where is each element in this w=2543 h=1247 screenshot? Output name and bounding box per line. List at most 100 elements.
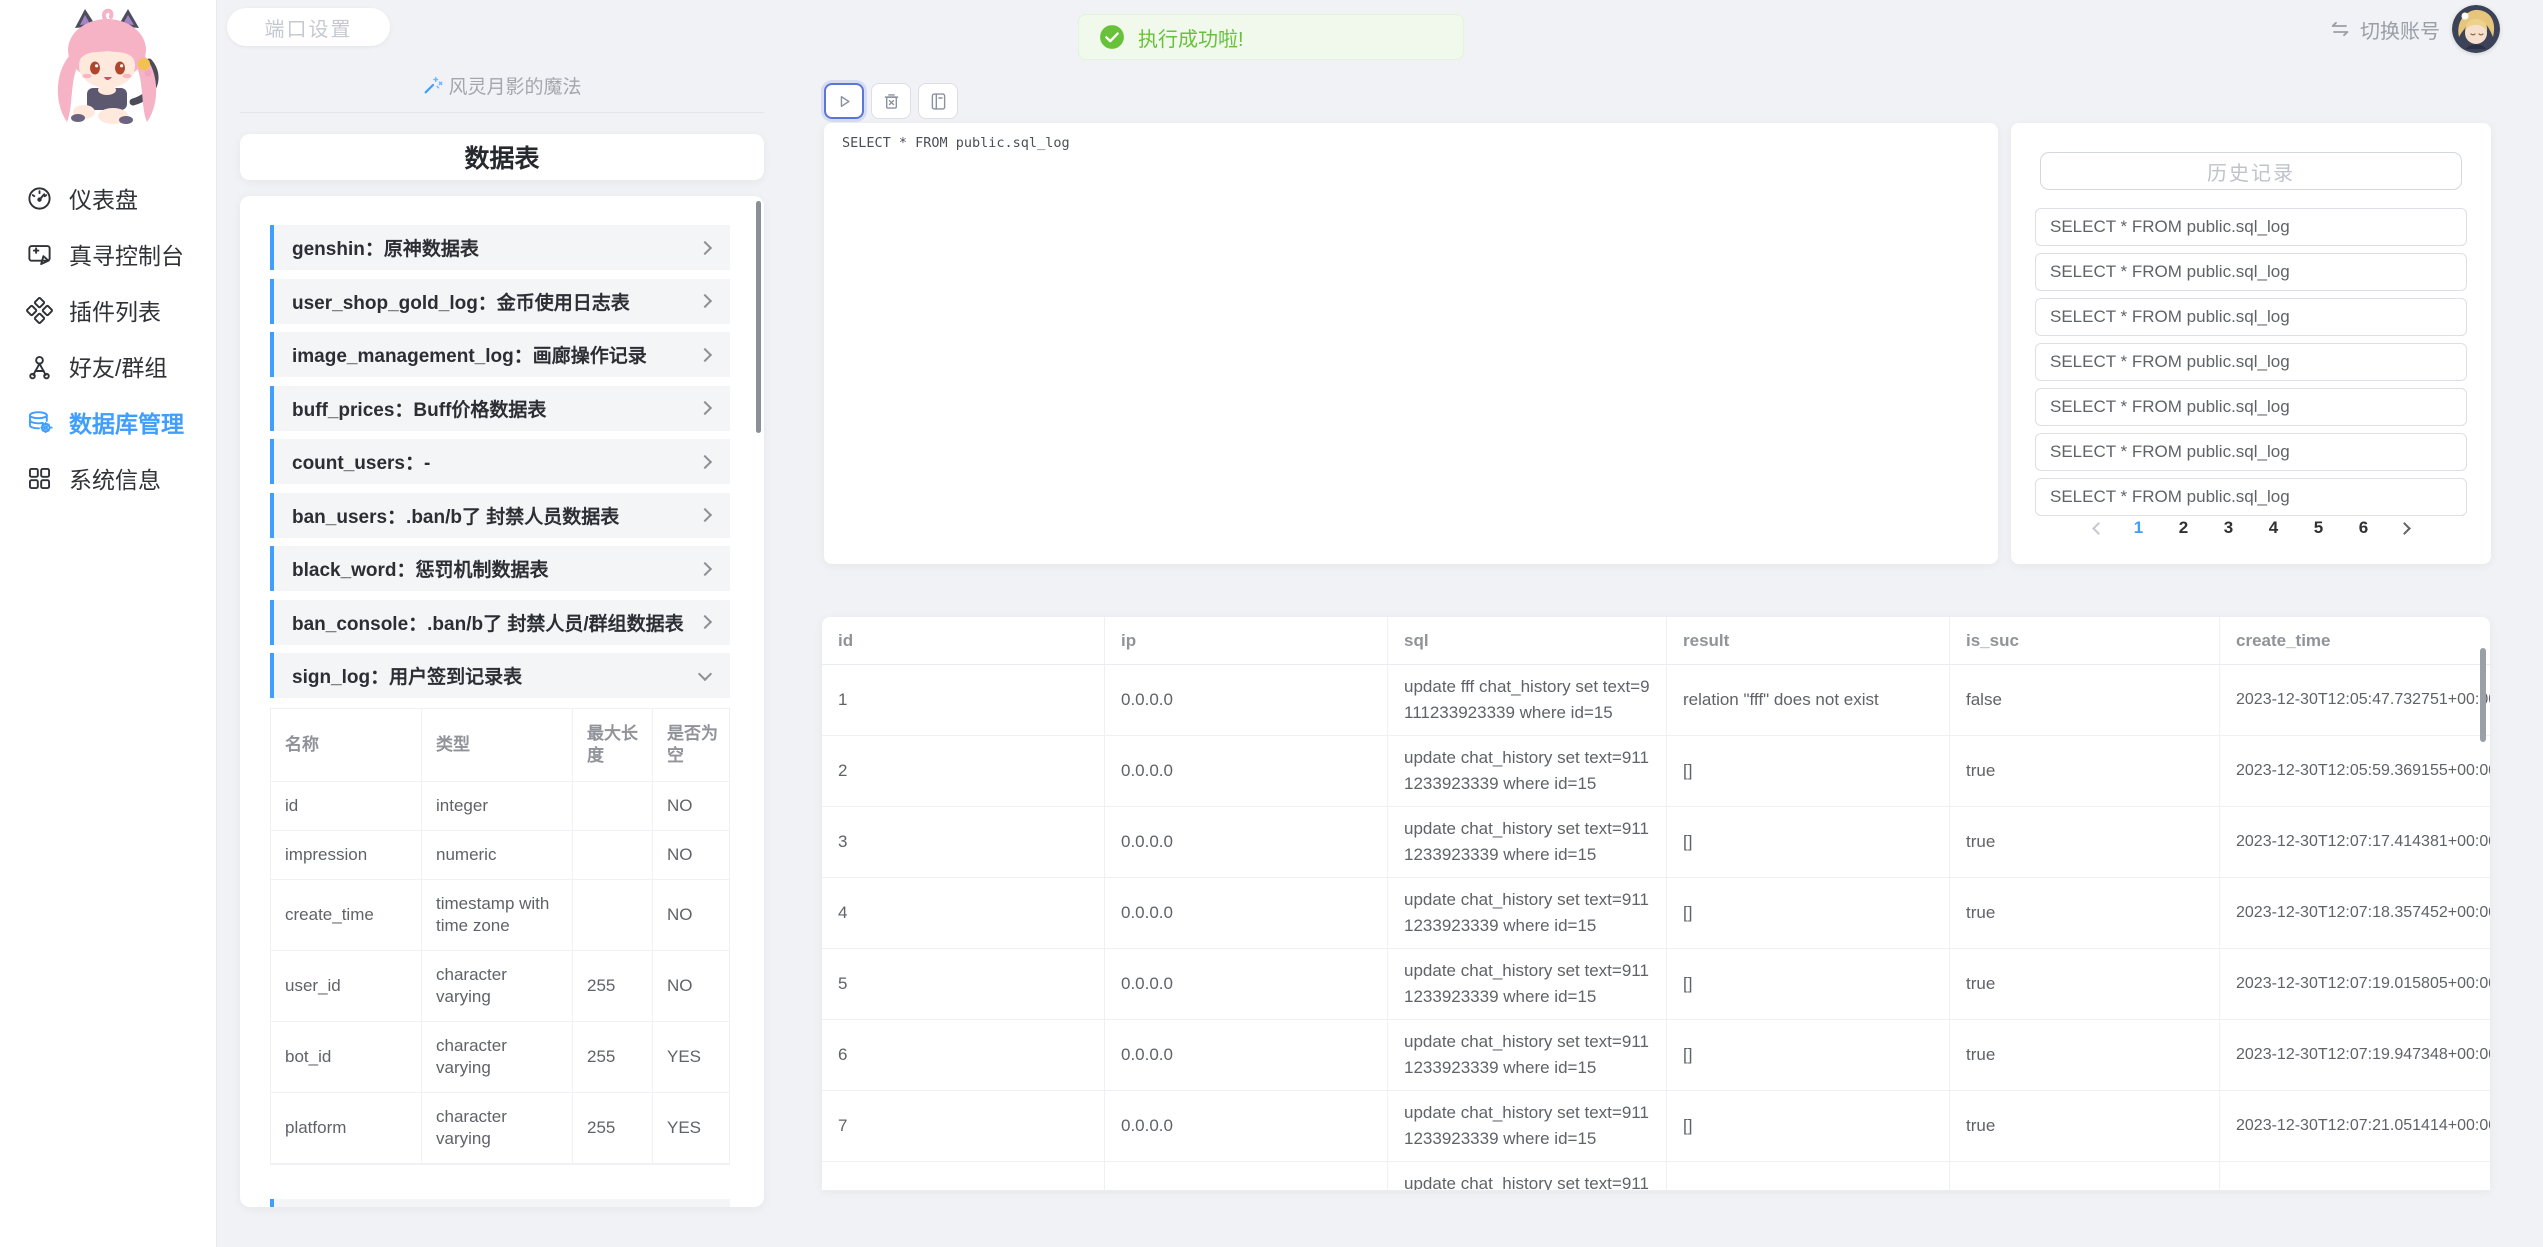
database-icon [26,409,53,436]
tables-panel-title-text: 数据表 [464,139,539,175]
sidebar-item-label: 好友/群组 [69,349,167,383]
sidebar-item-friends[interactable]: 好友/群组 [0,338,216,394]
page-number[interactable]: 2 [2175,518,2193,538]
results-row: 7 0.0.0.0 update chat_history set text=9… [822,1091,2490,1162]
user-avatar[interactable] [2452,5,2500,53]
results-header-row: idipsqlresultis_succreate_time [822,617,2490,665]
page-prev-icon[interactable] [2092,522,2105,535]
cell-sql: update chat_history set text=91112339233… [1388,949,1667,1020]
table-list-item[interactable]: ban_console：.ban/b了 封禁人员/群组数据表 [270,600,730,645]
cell-sql: update chat_history set text=91112339233… [1388,807,1667,878]
table-list-item[interactable]: count_users：- [270,439,730,484]
schema-header-cell: 类型 [422,709,573,782]
table-list-item[interactable]: image_management_log：画廊操作记录 [270,332,730,377]
history-item[interactable]: SELECT * FROM public.sql_log [2035,208,2467,246]
cell-ip: 0.0.0.0 [1105,1020,1388,1091]
table-list-item-label: count_users：- [292,448,430,475]
sidebar: 仪表盘 真寻控制台 插件列表 好友/群组 数据库管理 系统信息 [0,0,216,1247]
page-number[interactable]: 1 [2130,518,2148,538]
sidebar-item-system[interactable]: 系统信息 [0,450,216,506]
sidebar-item-plugins[interactable]: 插件列表 [0,282,216,338]
cell-is-suc: true [1950,1162,2220,1190]
run-sql-button[interactable] [824,83,864,119]
table-list-item-label: image_management_log：画廊操作记录 [292,341,647,368]
switch-account-button[interactable]: 切换账号 [2328,15,2440,44]
cell-result: [] [1667,807,1950,878]
schema-cell-name: create_time [271,880,422,951]
table-list-item[interactable]: ban_users：.ban/b了 封禁人员数据表 [270,493,730,538]
history-item[interactable]: SELECT * FROM public.sql_log [2035,253,2467,291]
cell-result: [] [1667,949,1950,1020]
history-panel: 历史记录 SELECT * FROM public.sql_log SELECT… [2011,123,2491,564]
history-item[interactable]: SELECT * FROM public.sql_log [2035,478,2467,516]
schema-row: platform character varying 255 YES [271,1093,729,1164]
avatar-image [2452,5,2500,53]
sidebar-item-label: 数据库管理 [69,405,184,439]
cell-create-time: 2023-12-30T12:07:22.545177+00:00 [2220,1162,2490,1190]
history-notebook-button[interactable] [918,83,958,119]
cell-id: 1 [822,665,1105,736]
table-list-item[interactable]: genshin：原神数据表 [270,225,730,270]
tables-list-scrollbar[interactable] [756,201,761,433]
page-number[interactable]: 6 [2355,518,2373,538]
page-number[interactable]: 3 [2220,518,2238,538]
chevron-right-icon [698,401,712,415]
tables-panel-title: 数据表 [240,134,764,180]
results-header-cell: ip [1105,617,1388,665]
schema-cell-type: integer [422,782,573,831]
swap-icon [2328,17,2352,41]
table-list-item-label: sign_log：用户签到记录表 [292,662,522,689]
cell-sql: update chat_history set text=91112339233… [1388,736,1667,807]
cell-sql: update chat_history set text=91112339233… [1388,1020,1667,1091]
page-numbers: 1 2 3 4 5 6 [2130,518,2373,538]
cell-is-suc: true [1950,1091,2220,1162]
page-number[interactable]: 4 [2265,518,2283,538]
cell-sql: update chat_history set text=91112339233… [1388,878,1667,949]
results-body: 1 0.0.0.0 update fff chat_history set te… [822,665,2490,1190]
history-item[interactable]: SELECT * FROM public.sql_log [2035,388,2467,426]
schema-cell-type: character varying [422,951,573,1022]
editor-toolbar [824,83,958,119]
schema-cell-maxlen: 255 [573,1022,653,1093]
table-list-item-label: buff_prices：Buff价格数据表 [292,395,546,422]
schema-cell-nullable: YES [653,1022,729,1093]
clear-icon [881,91,902,112]
history-item[interactable]: SELECT * FROM public.sql_log [2035,343,2467,381]
table-list-item-label: black_word：惩罚机制数据表 [292,555,549,582]
table-list-item-label: ban_users：.ban/b了 封禁人员数据表 [292,502,619,529]
clear-sql-button[interactable] [871,83,911,119]
cell-create-time: 2023-12-30T12:07:21.051414+00:00 [2220,1091,2490,1162]
sidebar-item-console[interactable]: 真寻控制台 [0,226,216,282]
table-list-item[interactable]: user_shop_gold_log：金币使用日志表 [270,279,730,324]
page-number[interactable]: 5 [2310,518,2328,538]
results-row: 3 0.0.0.0 update chat_history set text=9… [822,807,2490,878]
dashboard-icon [26,185,53,212]
schema-cell-maxlen [573,831,653,880]
sql-editor[interactable]: SELECT * FROM public.sql_log [824,123,1998,564]
app-logo-mascot [26,6,188,146]
toast-message: 执行成功啦! [1138,23,1244,52]
history-item[interactable]: SELECT * FROM public.sql_log [2035,298,2467,336]
cell-is-suc: true [1950,1020,2220,1091]
table-list-item[interactable]: black_word：惩罚机制数据表 [270,546,730,591]
results-row: 5 0.0.0.0 update chat_history set text=9… [822,949,2490,1020]
results-table: idipsqlresultis_succreate_time 1 0.0.0.0… [822,617,2490,1190]
sidebar-item-label: 系统信息 [69,461,161,495]
table-list-item[interactable]: buff_prices：Buff价格数据表 [270,386,730,431]
sidebar-item-dashboard[interactable]: 仪表盘 [0,170,216,226]
run-icon [834,91,855,112]
sidebar-item-label: 真寻控制台 [69,237,184,271]
cell-create-time: 2023-12-30T12:05:59.369155+00:00 [2220,736,2490,807]
tables-list-panel: genshin：原神数据表 user_shop_gold_log：金币使用日志表… [240,196,764,1207]
table-list-item[interactable]: sign_log：用户签到记录表 [270,653,730,698]
port-settings-button[interactable]: 端口设置 [227,8,390,46]
page-next-icon[interactable] [2398,522,2411,535]
schema-cell-maxlen [573,782,653,831]
results-header-cell: result [1667,617,1950,665]
sidebar-item-database[interactable]: 数据库管理 [0,394,216,450]
history-item[interactable]: SELECT * FROM public.sql_log [2035,433,2467,471]
cell-ip: 0.0.0.0 [1105,665,1388,736]
results-scrollbar[interactable] [2480,648,2486,742]
table-list-item[interactable]: group_info_users：群员信息数据表 [270,1199,730,1207]
schema-cell-type: character varying [422,1093,573,1164]
